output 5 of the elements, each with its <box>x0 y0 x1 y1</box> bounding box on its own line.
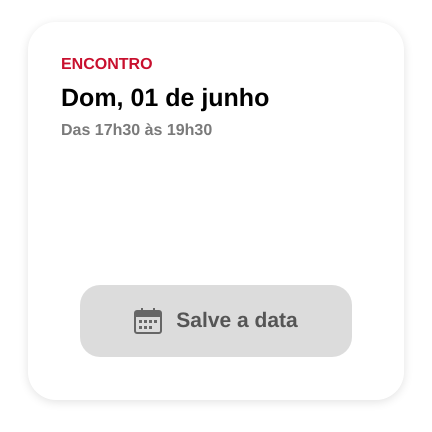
calendar-icon <box>134 308 162 334</box>
event-time: Das 17h30 às 19h30 <box>61 121 214 141</box>
event-date: Dom, 01 de junho <box>61 83 270 113</box>
event-category: ENCONTRO <box>61 55 154 75</box>
save-date-button[interactable]: Salve a data <box>80 285 352 357</box>
